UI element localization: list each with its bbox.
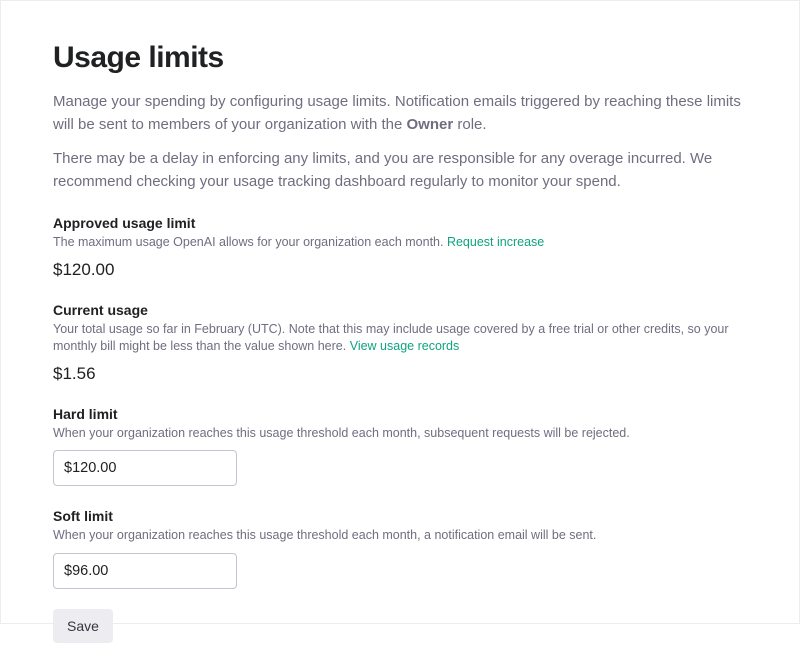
intro-paragraph-1: Manage your spending by configuring usag… xyxy=(53,91,747,136)
hard-limit-input[interactable] xyxy=(53,450,237,486)
hard-limit-desc: When your organization reaches this usag… xyxy=(53,425,747,443)
hard-limit-title: Hard limit xyxy=(53,406,747,422)
soft-limit-section: Soft limit When your organization reache… xyxy=(53,508,747,589)
approved-usage-title: Approved usage limit xyxy=(53,215,747,231)
current-usage-desc: Your total usage so far in February (UTC… xyxy=(53,321,747,356)
intro-paragraph-2: There may be a delay in enforcing any li… xyxy=(53,148,747,193)
view-usage-records-link[interactable]: View usage records xyxy=(350,339,460,353)
current-usage-title: Current usage xyxy=(53,302,747,318)
intro1-bold: Owner xyxy=(407,116,454,133)
approved-usage-section: Approved usage limit The maximum usage O… xyxy=(53,215,747,280)
page-title: Usage limits xyxy=(53,41,747,75)
hard-limit-section: Hard limit When your organization reache… xyxy=(53,406,747,487)
current-usage-value: $1.56 xyxy=(53,364,747,384)
request-increase-link[interactable]: Request increase xyxy=(447,235,544,249)
approved-usage-value: $120.00 xyxy=(53,260,747,280)
intro1-post: role. xyxy=(453,116,486,133)
current-usage-section: Current usage Your total usage so far in… xyxy=(53,302,747,384)
soft-limit-input[interactable] xyxy=(53,553,237,589)
intro1-pre: Manage your spending by configuring usag… xyxy=(53,93,741,133)
save-button[interactable]: Save xyxy=(53,609,113,643)
soft-limit-title: Soft limit xyxy=(53,508,747,524)
approved-usage-desc: The maximum usage OpenAI allows for your… xyxy=(53,234,747,252)
usage-limits-page: Usage limits Manage your spending by con… xyxy=(1,1,799,663)
approved-usage-desc-text: The maximum usage OpenAI allows for your… xyxy=(53,235,447,249)
soft-limit-desc: When your organization reaches this usag… xyxy=(53,527,747,545)
